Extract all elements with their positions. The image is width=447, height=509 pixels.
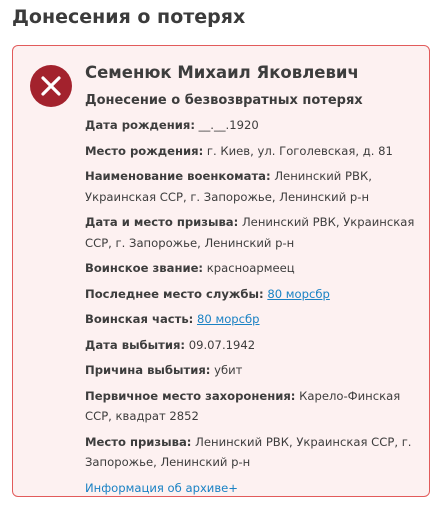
section-title: Донесения о потерях [12,6,246,28]
field-last-service-place: Последнее место службы: 80 морсбр [85,284,425,305]
field-retirement-reason: Причина выбытия: убит [85,360,425,381]
field-label: Дата выбытия: [85,337,186,352]
field-label: Последнее место службы: [85,286,264,301]
field-label: Место рождения: [85,143,204,158]
field-label: Первичное место захоронения: [85,388,296,403]
field-birth-place: Место рождения: г. Киев, ул. Гоголевская… [85,141,425,162]
field-value: г. Киев, ул. Гоголевская, д. 81 [203,143,393,158]
field-burial-place: Первичное место захоронения: Карело-Финс… [85,386,425,427]
field-draft-date-place: Дата и место призыва: Ленинский РВК, Укр… [85,212,425,253]
field-value: 09.07.1942 [185,337,256,352]
last-service-place-link[interactable]: 80 морсбр [267,287,330,301]
field-commissariat: Наименование военкомата: Ленинский РВК, … [85,166,425,207]
report-title: Донесение о безвозвратных потерях [85,93,363,108]
field-retirement-date: Дата выбытия: 09.07.1942 [85,335,425,356]
person-name: Семенюк Михаил Яковлевич [85,63,359,82]
field-label: Наименование военкомата: [85,169,271,183]
unit-link[interactable]: 80 морсбр [197,312,260,326]
field-label: Дата рождения: [85,118,195,132]
field-birth-date: Дата рождения: __.__.1920 [85,115,425,136]
close-x-icon [30,65,72,107]
field-label: Воинское звание: [85,261,204,275]
field-value: убит [210,363,243,377]
field-unit: Воинская часть: 80 морсбр [85,309,425,330]
field-draft-place: Место призыва: Ленинский РВК, Украинская… [85,432,425,473]
archive-info-link[interactable]: Информация об архиве+ [85,478,425,498]
field-label: Воинская часть: [85,312,194,326]
field-value: красноармеец [203,261,295,275]
loss-report-card: Семенюк Михаил Яковлевич Донесение о без… [12,45,430,497]
report-content: Семенюк Михаил Яковлевич Донесение о без… [85,62,425,498]
field-value: __.__.1920 [194,118,259,132]
field-label: Место призыва: [85,434,192,449]
field-label: Причина выбытия: [85,363,211,377]
field-label: Дата и место призыва: [85,215,239,229]
field-rank: Воинское звание: красноармеец [85,258,425,279]
